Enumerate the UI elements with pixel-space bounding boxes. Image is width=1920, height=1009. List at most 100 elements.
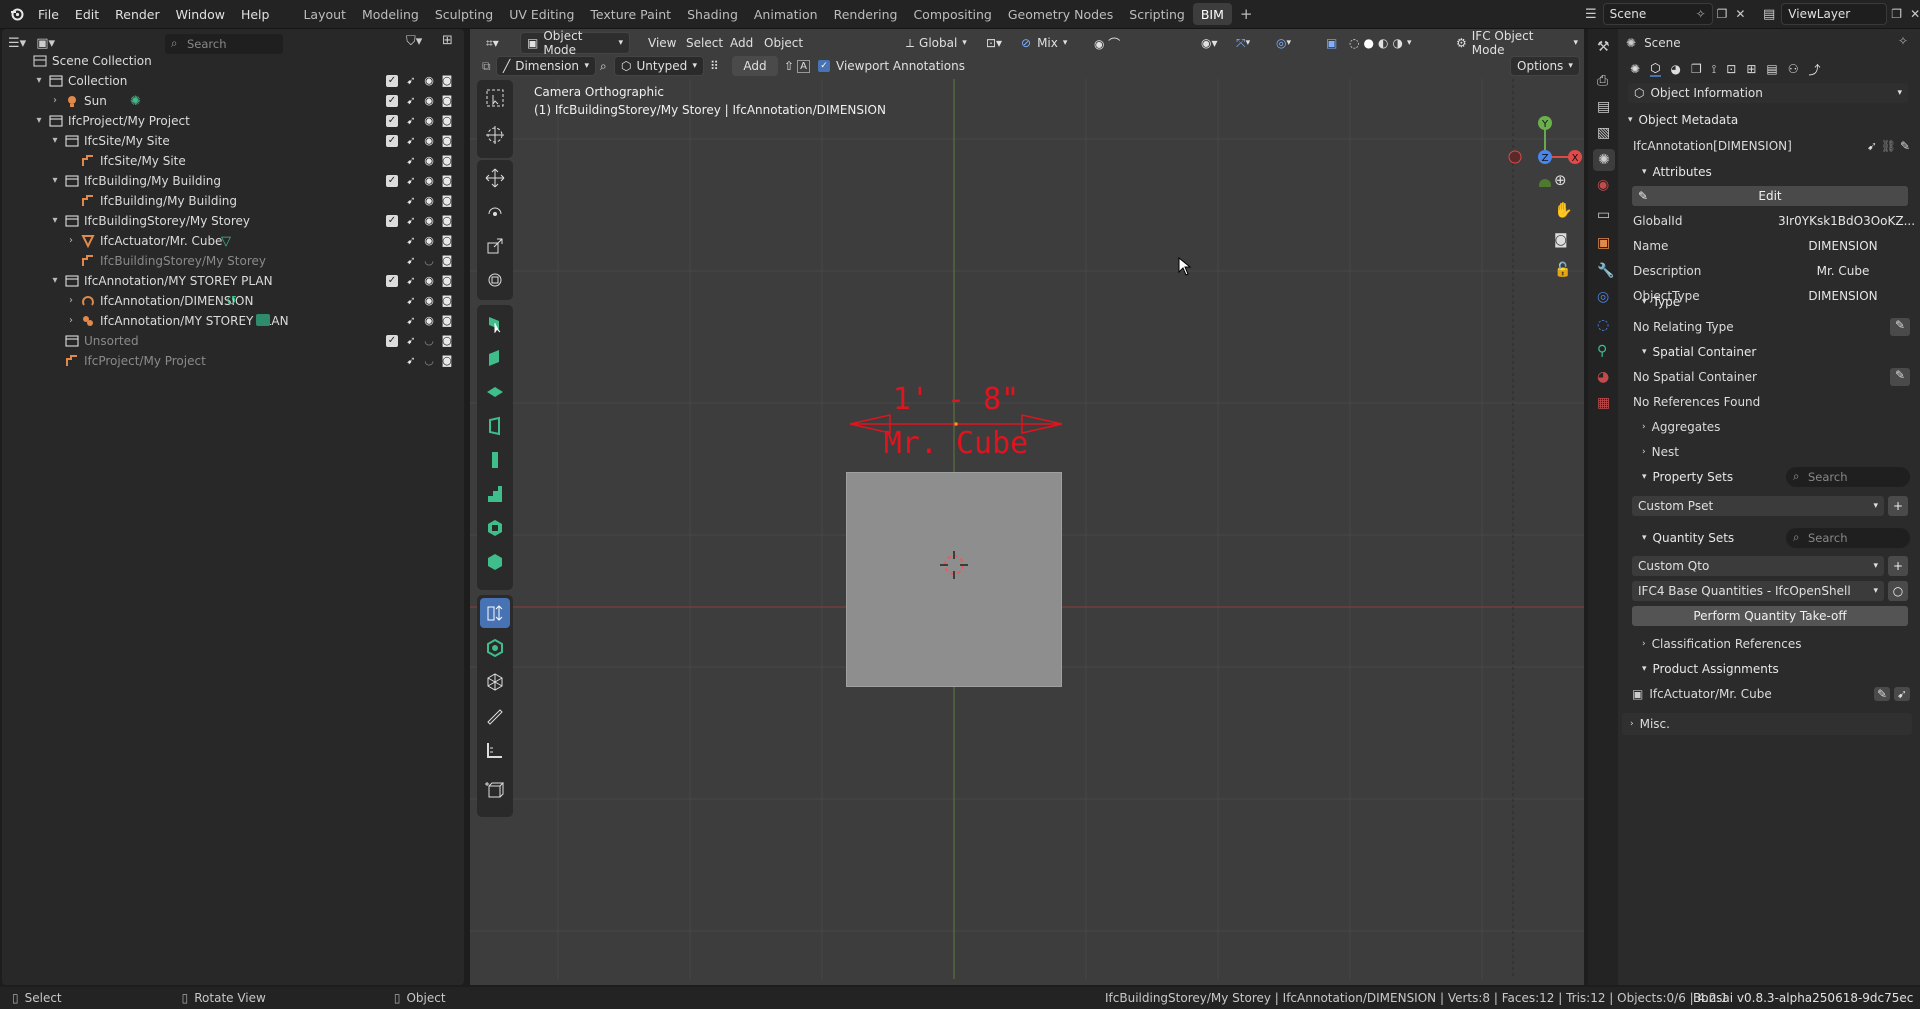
menu-render[interactable]: Render <box>107 3 168 25</box>
outliner-row[interactable]: Unsorted ✓ ➹ ◡ ◙ <box>2 331 462 351</box>
delete-scene-icon[interactable]: ✕ <box>1735 7 1745 21</box>
search-type-icon[interactable]: ⌕ <box>596 56 611 76</box>
outliner-row[interactable]: IfcBuildingStorey/My Storey ➹ ◡ ◙ <box>2 251 462 271</box>
tab-sculpting[interactable]: Sculpting <box>427 3 501 25</box>
snap-dropdown[interactable]: ⊘ Mix ▾ <box>1015 32 1073 54</box>
expand-down-icon[interactable]: ▾ <box>34 116 44 126</box>
selectable-arrow-icon[interactable]: ➹ <box>404 114 418 128</box>
tab-bim[interactable]: BIM <box>1192 3 1232 25</box>
exclude-checkbox[interactable]: ✓ <box>386 75 398 87</box>
annotation-tool[interactable] <box>480 598 510 628</box>
menu-select[interactable]: Select <box>680 32 729 54</box>
camera-render-icon[interactable]: ◙ <box>440 334 454 348</box>
selectable-arrow-icon[interactable]: ➹ <box>404 194 418 208</box>
object-tab-icon[interactable]: ▣ <box>1597 235 1610 251</box>
texture-tab-icon[interactable]: ▦ <box>1597 395 1610 411</box>
light-data-icon[interactable]: ✺ <box>130 94 141 109</box>
tab-rendering[interactable]: Rendering <box>826 3 906 25</box>
tool-tab-icon[interactable]: ⚒ <box>1597 39 1610 55</box>
viewport-annotations-toggle[interactable]: ✓ Viewport Annotations <box>814 56 969 76</box>
eye-icon[interactable]: ◉ <box>422 134 436 148</box>
expand-down-icon[interactable]: ▾ <box>50 176 60 186</box>
new-viewlayer-icon[interactable]: ❐ <box>1891 7 1902 21</box>
pivot-dropdown[interactable]: ⊡▾ <box>980 32 1008 54</box>
move-tool[interactable] <box>480 163 510 193</box>
tab-compositing[interactable]: Compositing <box>905 3 999 25</box>
outliner-row[interactable]: ▾ IfcSite/My Site ✓ ➹ ◉ ◙ <box>2 131 462 151</box>
eye-icon[interactable]: ◉ <box>422 114 436 128</box>
aggregates-header[interactable]: › Aggregates <box>1628 416 1912 438</box>
expand-right-icon[interactable]: › <box>50 96 60 106</box>
pin-icon[interactable]: ✧ <box>1898 34 1908 48</box>
drawings-tab-icon[interactable]: ❐ <box>1691 62 1702 76</box>
constraints-tab-icon[interactable]: ⚲ <box>1597 343 1607 359</box>
custom-pset-dropdown[interactable]: Custom Pset ▾ <box>1632 496 1884 516</box>
outliner-row[interactable]: ▾ Collection ✓ ➹ ◉ ◙ <box>2 71 462 91</box>
select-icon[interactable]: ➹ <box>1893 687 1910 701</box>
visibility-dropdown[interactable]: ◉▾ <box>1195 32 1224 54</box>
camera-render-icon[interactable]: ◙ <box>440 74 454 88</box>
camera-render-icon[interactable]: ◙ <box>440 114 454 128</box>
output-tab-icon[interactable]: ▤ <box>1597 99 1610 115</box>
expand-down-icon[interactable]: ▾ <box>34 76 44 86</box>
selectable-arrow-icon[interactable]: ➹ <box>404 174 418 188</box>
text-box-icon[interactable]: A <box>797 59 810 73</box>
view-layer-tab-icon[interactable]: ▧ <box>1597 125 1610 141</box>
add-workspace-button[interactable]: + <box>1232 3 1261 25</box>
quantity-takeoff-button[interactable]: Perform Quantity Take-off <box>1632 606 1908 626</box>
blender-logo-icon[interactable] <box>0 3 30 25</box>
mode-dropdown[interactable]: ▣ Object Mode ▾ <box>520 29 630 57</box>
scene-selector[interactable]: ☰ Scene ✧ ❐ ✕ <box>1585 3 1745 25</box>
camera-render-icon[interactable]: ◙ <box>440 194 454 208</box>
quality-tab-icon[interactable]: ⤴ <box>1809 61 1821 78</box>
misc-header[interactable]: › Misc. <box>1622 713 1912 735</box>
add-qto-button[interactable]: + <box>1888 556 1908 576</box>
exclude-checkbox[interactable]: ✓ <box>386 335 398 347</box>
selectable-arrow-icon[interactable]: ➹ <box>404 334 418 348</box>
select-icon[interactable]: ➹ <box>1867 139 1877 153</box>
options-dropdown[interactable]: Options ▾ <box>1510 56 1580 76</box>
new-scene-icon[interactable]: ❐ <box>1717 7 1728 21</box>
outliner-row[interactable]: ▾ IfcAnnotation/MY STOREY PLAN ✓ ➹ ◉ ◙ <box>2 271 462 291</box>
mesh-tool[interactable] <box>480 667 510 697</box>
selectable-arrow-icon[interactable]: ➹ <box>404 354 418 368</box>
tab-shading[interactable]: Shading <box>679 3 746 25</box>
eye-icon[interactable]: ◉ <box>422 234 436 248</box>
new-collection-icon[interactable]: ⊞ <box>442 33 453 48</box>
world-tab-icon[interactable]: ◉ <box>1597 177 1609 193</box>
outliner-row[interactable]: ▾ IfcBuilding/My Building ✓ ➹ ◉ ◙ <box>2 171 462 191</box>
exclude-checkbox[interactable]: ✓ <box>386 115 398 127</box>
checkbox-checked-icon[interactable]: ✓ <box>818 60 830 72</box>
solid-shading-icon[interactable]: ● <box>1363 36 1373 50</box>
selectable-arrow-icon[interactable]: ➹ <box>404 94 418 108</box>
pan-hand-icon[interactable]: ✋ <box>1554 201 1573 219</box>
stair-tool[interactable] <box>480 479 510 509</box>
selectable-arrow-icon[interactable]: ➹ <box>404 294 418 308</box>
navigation-gizmo[interactable]: Y X Z <box>1495 87 1595 187</box>
expand-down-icon[interactable]: ▾ <box>50 216 60 226</box>
outliner-row[interactable]: IfcBuilding/My Building ➹ ◉ ◙ <box>2 191 462 211</box>
render-tab-icon[interactable]: ⎙ <box>1597 73 1608 89</box>
material-shading-icon[interactable]: ◐ <box>1378 36 1388 50</box>
particles-tab-icon[interactable]: ◎ <box>1597 289 1609 305</box>
unlink-icon[interactable]: ⛓ <box>1881 139 1896 153</box>
add-cube-tool[interactable] <box>480 775 510 805</box>
tab-layout[interactable]: Layout <box>295 3 354 25</box>
outliner-row[interactable]: IfcProject/My Project ➹ ◡ ◙ <box>2 351 462 371</box>
outliner-row[interactable]: Scene Collection <box>2 51 462 71</box>
tab-modeling[interactable]: Modeling <box>354 3 427 25</box>
lock-icon[interactable]: 🔓 <box>1554 262 1571 278</box>
attributes-header[interactable]: ▾ Attributes <box>1628 161 1912 183</box>
mesh-data-icon[interactable]: ▽ <box>221 234 231 249</box>
menu-add[interactable]: Add <box>724 32 759 54</box>
door-tool[interactable] <box>480 411 510 441</box>
menu-file[interactable]: File <box>30 3 67 25</box>
selectable-arrow-icon[interactable]: ➹ <box>404 314 418 328</box>
spatial-header[interactable]: ▾ Spatial Container <box>1628 341 1912 363</box>
overlays-dropdown[interactable]: ◎ ▾ <box>1270 32 1297 54</box>
eye-closed-icon[interactable]: ◡ <box>422 354 436 368</box>
grid-icon[interactable]: ⠿ <box>706 56 723 76</box>
viewlayer-selector[interactable]: ▤ ViewLayer ❐ ✕ <box>1763 3 1920 25</box>
eye-icon[interactable]: ◉ <box>422 74 436 88</box>
menu-window[interactable]: Window <box>168 3 233 25</box>
